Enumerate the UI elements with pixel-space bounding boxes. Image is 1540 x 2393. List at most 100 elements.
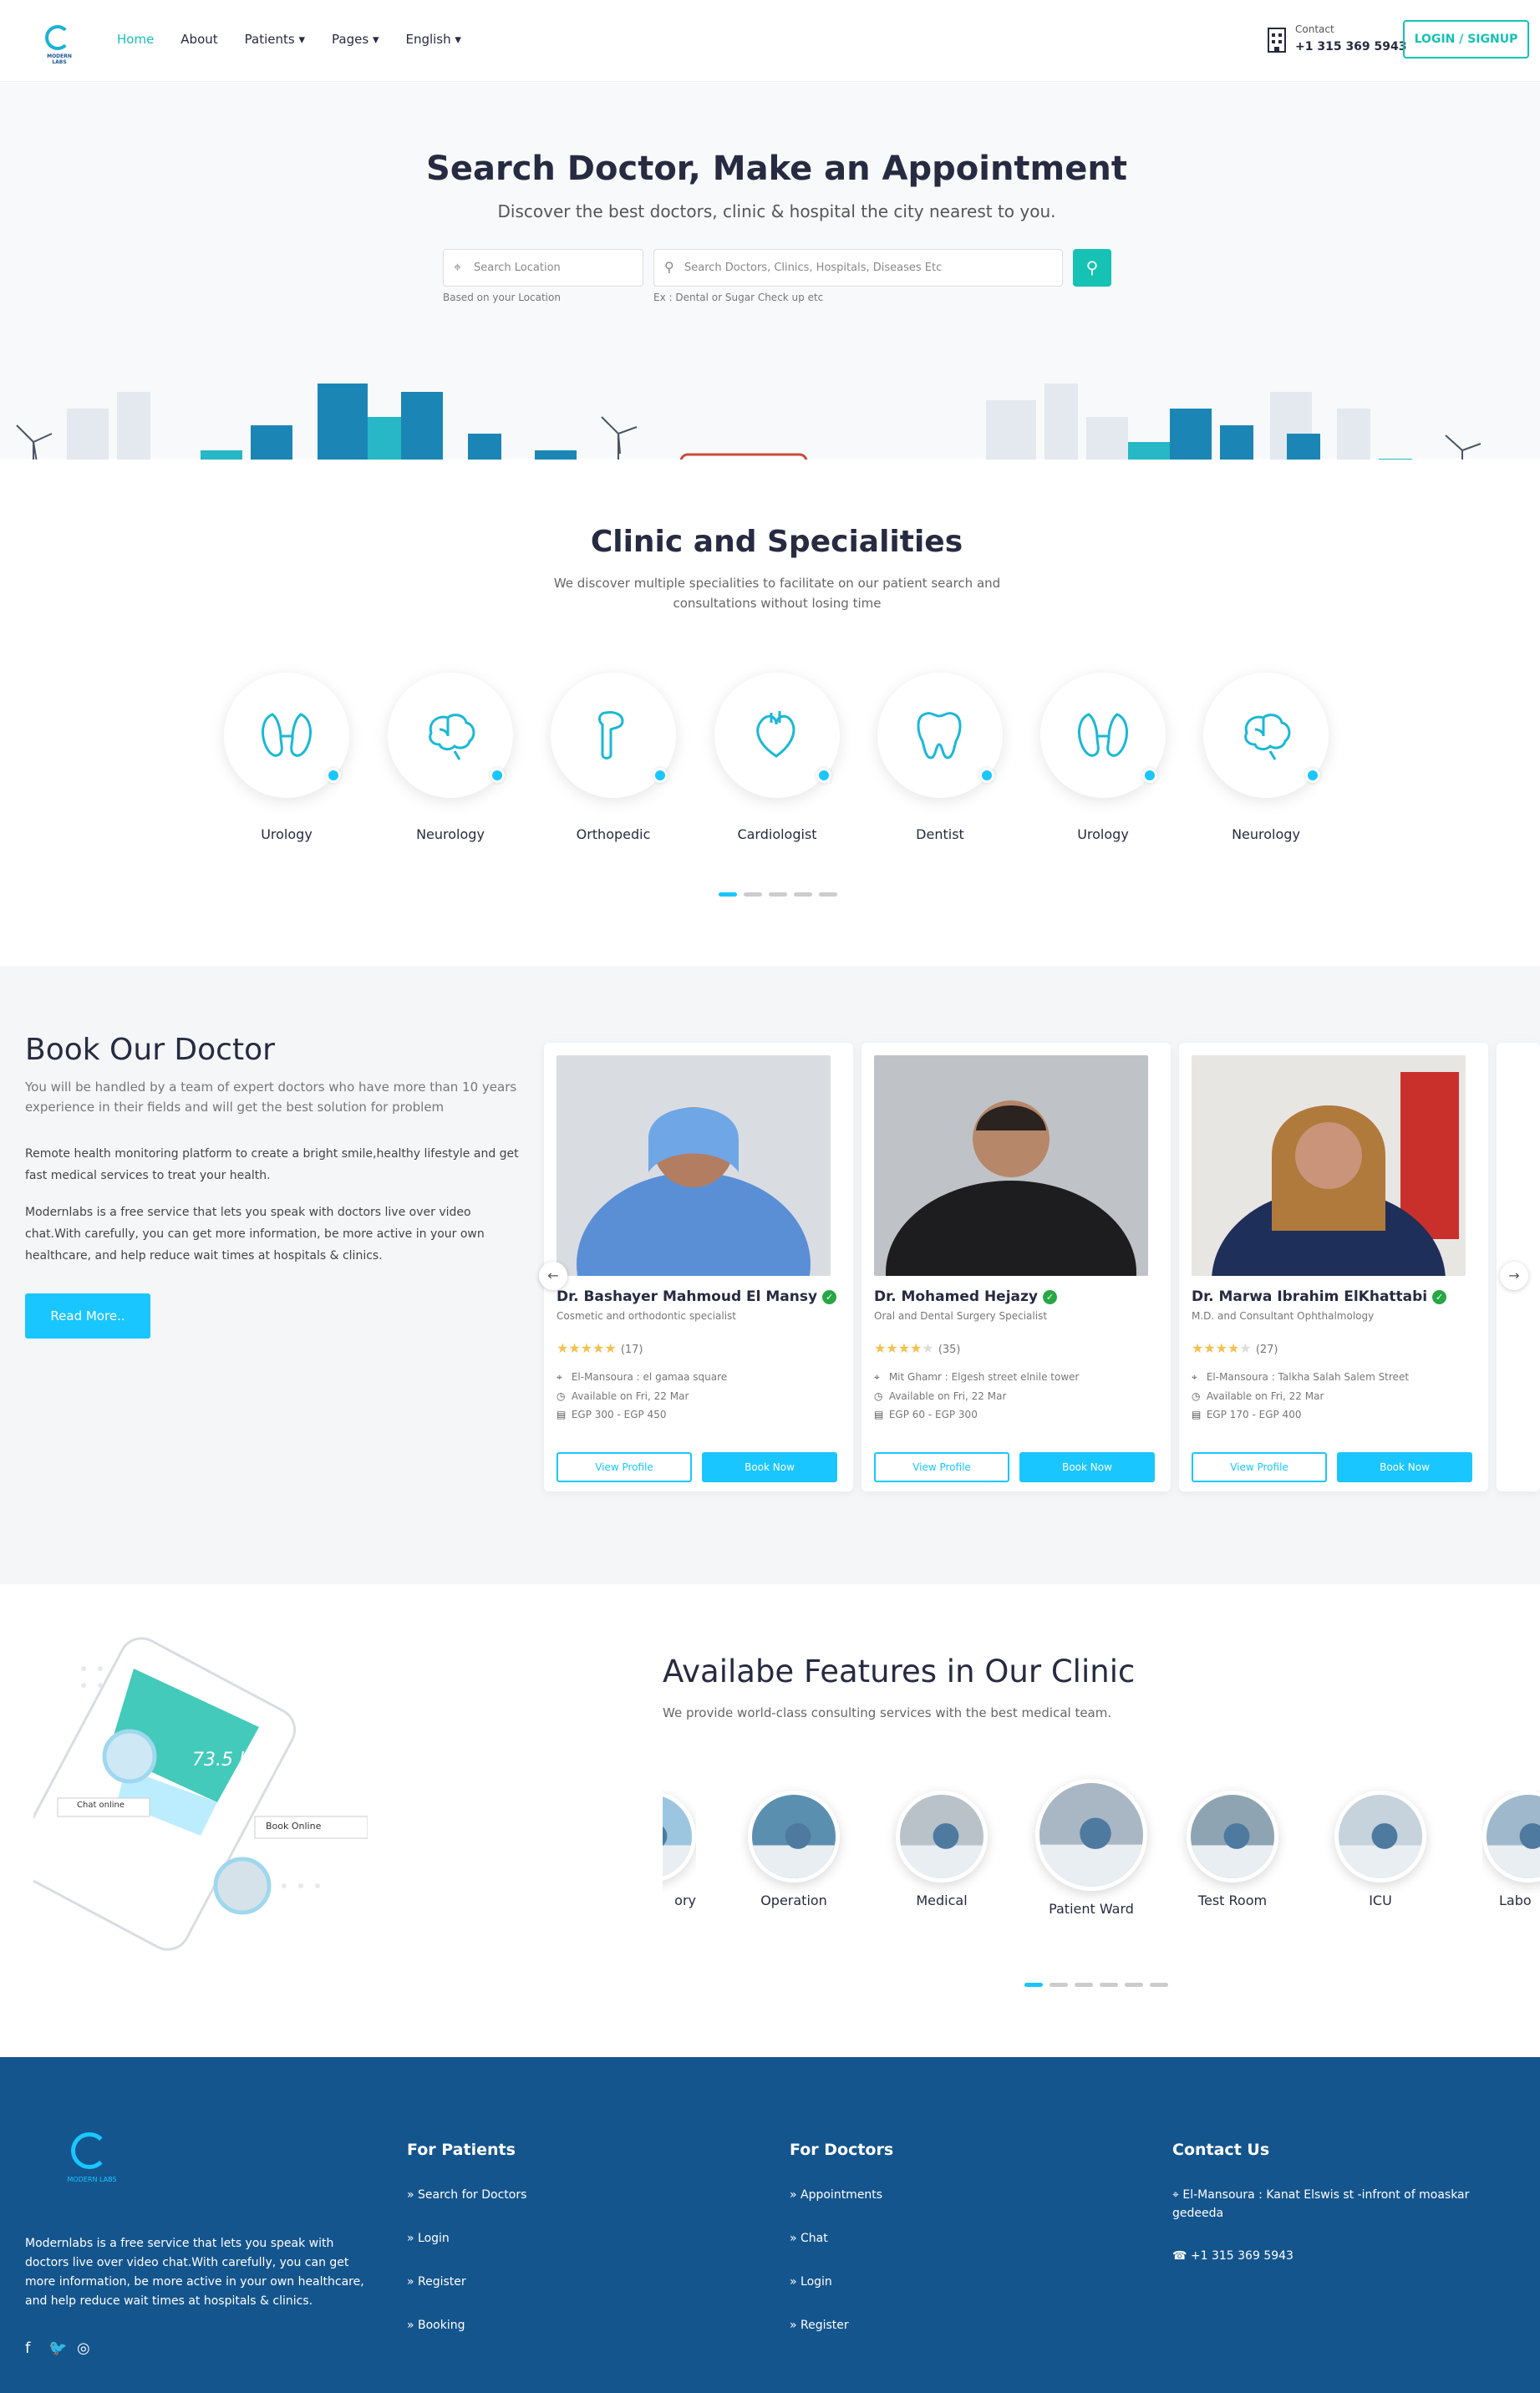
nav-about[interactable]: About (180, 32, 217, 47)
speciality-item[interactable]: Neurology (388, 673, 518, 842)
footer-link[interactable]: » Register (790, 2319, 849, 2332)
instagram-icon[interactable]: ◎ (77, 2340, 90, 2357)
doctor-name-text: Dr. Marwa Ibrahim ElKhattabi (1192, 1288, 1428, 1305)
feature-item[interactable]: Test Room (1187, 1791, 1278, 1908)
page-dot[interactable] (794, 892, 812, 897)
contact-phone[interactable]: +1 315 369 5943 (1295, 40, 1407, 53)
contact-label: Contact (1295, 23, 1334, 35)
nav-pages[interactable]: Pages ▾ (332, 32, 379, 47)
doctor-name[interactable]: Dr. Mohamed Hejazy ✓ (874, 1288, 1158, 1305)
footer-link[interactable]: » Booking (407, 2319, 465, 2332)
footer-phone[interactable]: ☎ +1 315 369 5943 (1172, 2249, 1293, 2263)
status-dot (979, 768, 994, 783)
search-icon: ⚲ (664, 259, 674, 275)
feature-item[interactable]: Operation (748, 1791, 840, 1908)
page-dot[interactable] (744, 892, 762, 897)
nav-patients[interactable]: Patients ▾ (245, 32, 305, 47)
feature-label: Medical (916, 1893, 968, 1908)
page-dot[interactable] (1024, 1983, 1043, 1987)
availability-text: Available on Fri, 22 Mar (1206, 1390, 1324, 1402)
page-dot[interactable] (1050, 1983, 1068, 1987)
search-input[interactable]: ⚲ Search Doctors, Clinics, Hospitals, Di… (653, 249, 1063, 287)
login-signup-button[interactable]: LOGIN / SIGNUP (1403, 20, 1529, 58)
feature-item[interactable]: Patient Ward (1035, 1779, 1147, 1917)
fee-text: EGP 60 - EGP 300 (888, 1409, 978, 1420)
search-button[interactable]: ⚲ (1073, 249, 1111, 287)
doctor-photo[interactable] (874, 1055, 1148, 1276)
map-pin-icon: ⌖ (1172, 2188, 1183, 2202)
page-dot[interactable] (1150, 1983, 1168, 1987)
doctor-name[interactable]: Dr. Bashayer Mahmoud El Mansy ✓ (557, 1288, 841, 1305)
footer-link-text: Search for Doctors (418, 2188, 527, 2202)
chat-online-label: Chat online (77, 1801, 125, 1810)
footer-link[interactable]: » Login (790, 2275, 832, 2289)
page-dot[interactable] (819, 892, 837, 897)
speciality-item[interactable]: Cardiologist (714, 673, 845, 842)
feature-item[interactable]: Labo (1482, 1791, 1540, 1908)
verified-icon: ✓ (822, 1290, 837, 1304)
footer-link-text: Register (800, 2319, 849, 2332)
feature-item[interactable]: ICU (1334, 1791, 1426, 1908)
speciality-item[interactable]: Orthopedic (551, 673, 681, 842)
speciality-circle (1203, 673, 1329, 798)
speciality-item[interactable]: Dentist (877, 673, 1008, 842)
feature-item[interactable]: ory (663, 1791, 696, 1908)
carousel-next-button[interactable]: → (1500, 1262, 1528, 1290)
status-dot (816, 768, 831, 783)
page-dot[interactable] (769, 892, 787, 897)
specialities-pagination (719, 892, 837, 897)
feature-item[interactable]: Medical (896, 1791, 988, 1908)
doctor-fee: ▤ EGP 170 - EGP 400 (1192, 1409, 1476, 1420)
doctor-photo[interactable] (557, 1055, 831, 1276)
footer-link-text: Chat (800, 2232, 828, 2245)
location-input[interactable]: ⌖ Search Location (443, 249, 643, 287)
nav-language[interactable]: English ▾ (405, 32, 460, 47)
view-profile-button[interactable]: View Profile (1192, 1452, 1327, 1482)
speciality-item[interactable]: Urology (224, 673, 354, 842)
mobile-app-illustration (33, 1637, 368, 1951)
nav-home[interactable]: Home (117, 32, 154, 47)
page-dot[interactable] (1100, 1983, 1118, 1987)
footer-link[interactable]: » Login (407, 2232, 450, 2245)
doctor-photo[interactable] (1192, 1055, 1466, 1276)
speciality-item[interactable]: Neurology (1203, 673, 1334, 842)
book-now-button[interactable]: Book Now (1337, 1452, 1472, 1482)
fee-text: EGP 300 - EGP 450 (571, 1409, 667, 1420)
facebook-icon[interactable]: f (25, 2340, 30, 2357)
footer-contact-title: Contact Us (1172, 2141, 1270, 2159)
page-dot[interactable] (1125, 1983, 1143, 1987)
book-paragraph: Modernlabs is a free service that lets y… (25, 1206, 485, 1263)
doctor-name[interactable]: Dr. Marwa Ibrahim ElKhattabi ✓ (1192, 1288, 1476, 1305)
book-online-label: Book Online (266, 1821, 322, 1832)
doctor-name-text: Dr. Mohamed Hejazy (874, 1288, 1038, 1305)
footer-link[interactable]: » Appointments (790, 2188, 882, 2202)
site-footer: MODERN LABS Modernlabs is a free service… (0, 2057, 1540, 2393)
feature-photo (1482, 1791, 1540, 1882)
nav-patients-label: Patients (244, 32, 295, 47)
footer-logo[interactable]: MODERN LABS (50, 2124, 134, 2191)
speciality-circle (1040, 673, 1166, 798)
book-now-button[interactable]: Book Now (1019, 1452, 1155, 1482)
page-dot[interactable] (1075, 1983, 1093, 1987)
footer-link[interactable]: » Register (407, 2275, 466, 2289)
doctor-card: Dr. Bashayer Mahmoud El Mansy ✓ Cosmetic … (544, 1043, 853, 1491)
view-profile-button[interactable]: View Profile (557, 1452, 692, 1482)
logo[interactable]: MODERN LABS (40, 22, 79, 65)
specialities-subtitle: We discover multiple specialities to fac… (553, 576, 1001, 611)
feature-photo (896, 1791, 988, 1882)
speciality-item[interactable]: Urology (1040, 673, 1171, 842)
doctor-location: ⌖ Mit Ghamr : Elgesh street elnile tower (874, 1371, 1158, 1384)
page-dot[interactable] (719, 892, 737, 897)
view-profile-button[interactable]: View Profile (874, 1452, 1009, 1482)
book-now-button[interactable]: Book Now (702, 1452, 837, 1482)
footer-link[interactable]: » Search for Doctors (407, 2188, 526, 2202)
speciality-label: Neurology (1232, 826, 1300, 842)
review-count: (35) (938, 1344, 961, 1356)
specialities-section: Clinic and Specialities We discover mult… (0, 460, 1540, 965)
footer-link[interactable]: » Chat (790, 2232, 828, 2245)
review-count: (27) (1255, 1344, 1278, 1356)
hero-title: Search Doctor, Make an Appointment (426, 150, 1127, 188)
carousel-prev-button[interactable]: ← (539, 1262, 567, 1290)
twitter-icon[interactable]: 🐦 (48, 2340, 67, 2357)
read-more-button[interactable]: Read More.. (25, 1293, 150, 1339)
